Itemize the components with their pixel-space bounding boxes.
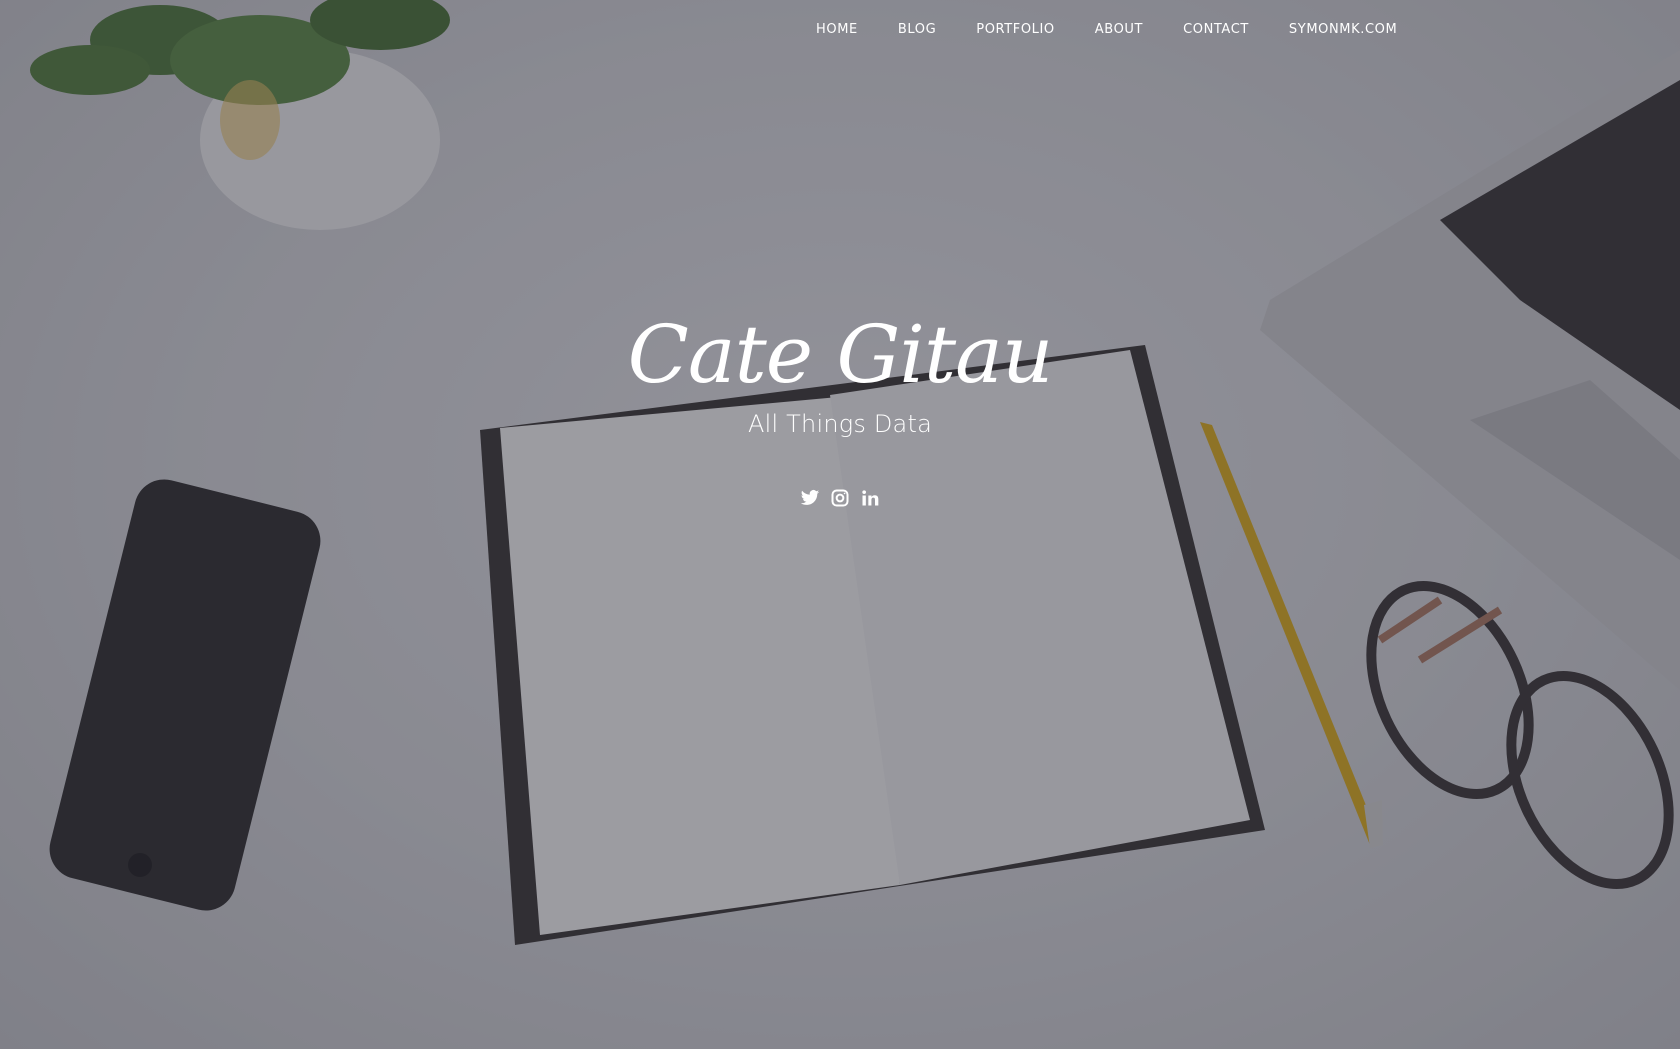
dark-overlay xyxy=(0,0,1680,1049)
twitter-icon[interactable] xyxy=(800,488,820,508)
nav-item-blog[interactable]: BLOG xyxy=(878,20,956,40)
top-navigation: HOME BLOG PORTFOLIO ABOUT CONTACT SYMONM… xyxy=(796,20,1417,40)
site-tagline: All Things Data xyxy=(748,410,932,438)
social-links xyxy=(0,488,1680,508)
nav-item-contact[interactable]: CONTACT xyxy=(1163,20,1269,40)
site-title: Cate Gitau xyxy=(627,308,1054,401)
nav-item-about[interactable]: ABOUT xyxy=(1075,20,1163,40)
nav-item-home[interactable]: HOME xyxy=(796,20,878,40)
nav-item-portfolio[interactable]: PORTFOLIO xyxy=(956,20,1075,40)
linkedin-icon[interactable] xyxy=(860,488,880,508)
nav-item-symonmk[interactable]: SYMONMK.COM xyxy=(1269,20,1417,40)
hero-section: Cate Gitau All Things Data xyxy=(0,300,1680,508)
instagram-icon[interactable] xyxy=(830,488,850,508)
